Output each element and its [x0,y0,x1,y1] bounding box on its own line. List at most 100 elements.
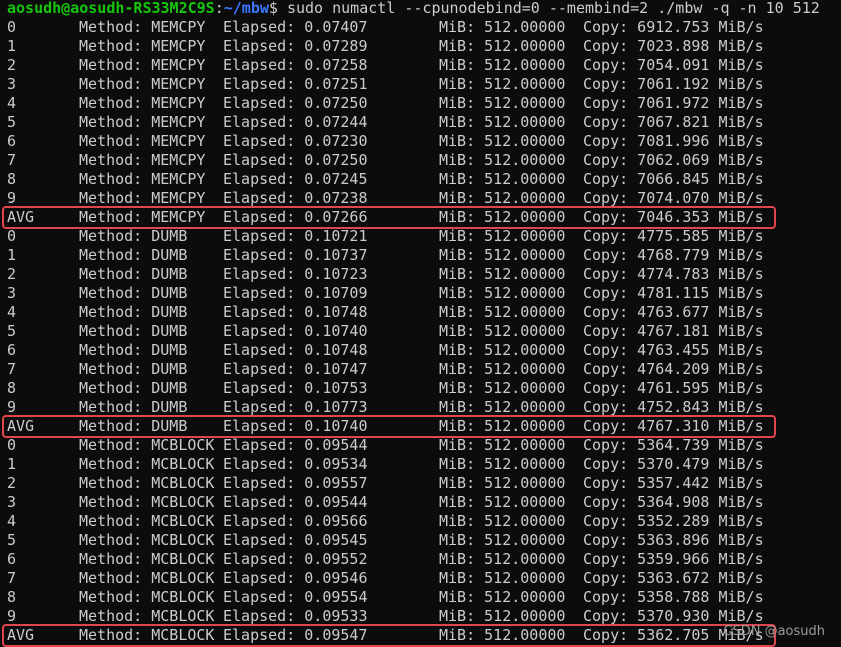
row-copy: Copy: 5370.479 MiB/s [583,455,764,473]
row-mib: MiB: 512.00000 [439,322,566,340]
row-copy: Copy: 7061.972 MiB/s [583,94,764,112]
row-index: 4 [7,303,17,321]
row-method: Method: MEMCPY [79,75,206,93]
row-method: Method: DUMB [79,284,188,302]
avg-highlight-box [2,206,776,229]
row-elapsed: Elapsed: 0.10747 [223,360,368,378]
row-mib: MiB: 512.00000 [439,493,566,511]
row-elapsed: Elapsed: 0.10737 [223,246,368,264]
row-index: 6 [7,132,17,150]
row-copy: Copy: 4774.783 MiB/s [583,265,764,283]
row-mib: MiB: 512.00000 [439,436,566,454]
row-elapsed: Elapsed: 0.10748 [223,303,368,321]
row-method: Method: MCBLOCK [79,588,215,606]
row-elapsed: Elapsed: 0.07289 [223,37,368,55]
row-mib: MiB: 512.00000 [439,75,566,93]
row-elapsed: Elapsed: 0.09557 [223,474,368,492]
row-method: Method: MCBLOCK [79,493,215,511]
row-elapsed: Elapsed: 0.09566 [223,512,368,530]
row-mib: MiB: 512.00000 [439,227,566,245]
row-method: Method: MCBLOCK [79,512,215,530]
row-mib: MiB: 512.00000 [439,379,566,397]
row-method: Method: MEMCPY [79,18,206,36]
row-elapsed: Elapsed: 0.07230 [223,132,368,150]
row-method: Method: MCBLOCK [79,436,215,454]
row-mib: MiB: 512.00000 [439,37,566,55]
row-mib: MiB: 512.00000 [439,113,566,131]
row-mib: MiB: 512.00000 [439,303,566,321]
row-index: 5 [7,113,17,131]
row-elapsed: Elapsed: 0.09546 [223,569,368,587]
row-copy: Copy: 4767.181 MiB/s [583,322,764,340]
row-copy: Copy: 5359.966 MiB/s [583,550,764,568]
row-index: 4 [7,94,17,112]
row-mib: MiB: 512.00000 [439,588,566,606]
row-copy: Copy: 4764.209 MiB/s [583,360,764,378]
row-copy: Copy: 7066.845 MiB/s [583,170,764,188]
row-elapsed: Elapsed: 0.10721 [223,227,368,245]
row-copy: Copy: 6912.753 MiB/s [583,18,764,36]
row-index: 2 [7,265,17,283]
row-method: Method: MCBLOCK [79,550,215,568]
avg-highlight-box [2,624,776,647]
row-copy: Copy: 7062.069 MiB/s [583,151,764,169]
row-mib: MiB: 512.00000 [439,569,566,587]
row-elapsed: Elapsed: 0.07250 [223,151,368,169]
row-elapsed: Elapsed: 0.07407 [223,18,368,36]
row-elapsed: Elapsed: 0.09544 [223,493,368,511]
row-index: 3 [7,493,17,511]
row-copy: Copy: 7023.898 MiB/s [583,37,764,55]
row-method: Method: DUMB [79,322,188,340]
row-elapsed: Elapsed: 0.10709 [223,284,368,302]
row-elapsed: Elapsed: 0.07258 [223,56,368,74]
row-copy: Copy: 5357.442 MiB/s [583,474,764,492]
row-index: 4 [7,512,17,530]
row-elapsed: Elapsed: 0.09534 [223,455,368,473]
row-index: 6 [7,550,17,568]
row-method: Method: MEMCPY [79,151,206,169]
row-index: 8 [7,170,17,188]
row-elapsed: Elapsed: 0.09544 [223,436,368,454]
row-elapsed: Elapsed: 0.07245 [223,170,368,188]
row-elapsed: Elapsed: 0.09554 [223,588,368,606]
row-method: Method: MEMCPY [79,94,206,112]
row-copy: Copy: 7061.192 MiB/s [583,75,764,93]
row-elapsed: Elapsed: 0.07251 [223,75,368,93]
row-mib: MiB: 512.00000 [439,550,566,568]
row-elapsed: Elapsed: 0.10753 [223,379,368,397]
row-mib: MiB: 512.00000 [439,18,566,36]
row-copy: Copy: 4763.677 MiB/s [583,303,764,321]
row-index: 5 [7,322,17,340]
row-copy: Copy: 5364.908 MiB/s [583,493,764,511]
row-method: Method: DUMB [79,341,188,359]
row-index: 7 [7,569,17,587]
row-method: Method: DUMB [79,303,188,321]
row-index: 1 [7,246,17,264]
row-index: 3 [7,75,17,93]
row-mib: MiB: 512.00000 [439,265,566,283]
row-elapsed: Elapsed: 0.07250 [223,94,368,112]
row-mib: MiB: 512.00000 [439,512,566,530]
prompt-dollar: $ [268,0,278,17]
row-index: 2 [7,56,17,74]
row-index: 1 [7,455,17,473]
row-copy: Copy: 5363.896 MiB/s [583,531,764,549]
row-copy: Copy: 5352.289 MiB/s [583,512,764,530]
watermark: CSDN @aosudh [723,624,825,639]
row-mib: MiB: 512.00000 [439,94,566,112]
row-method: Method: MEMCPY [79,37,206,55]
row-copy: Copy: 7067.821 MiB/s [583,113,764,131]
row-index: 7 [7,360,17,378]
row-copy: Copy: 5364.739 MiB/s [583,436,764,454]
row-index: 7 [7,151,17,169]
row-index: 0 [7,436,17,454]
row-elapsed: Elapsed: 0.09545 [223,531,368,549]
row-copy: Copy: 7054.091 MiB/s [583,56,764,74]
row-mib: MiB: 512.00000 [439,360,566,378]
row-copy: Copy: 5358.788 MiB/s [583,588,764,606]
row-mib: MiB: 512.00000 [439,170,566,188]
terminal-window[interactable]: aosudh@aosudh-RS33M2C9S:~/mbw$ sudo numa… [0,0,841,647]
row-method: Method: DUMB [79,379,188,397]
row-method: Method: MEMCPY [79,170,206,188]
row-method: Method: DUMB [79,246,188,264]
